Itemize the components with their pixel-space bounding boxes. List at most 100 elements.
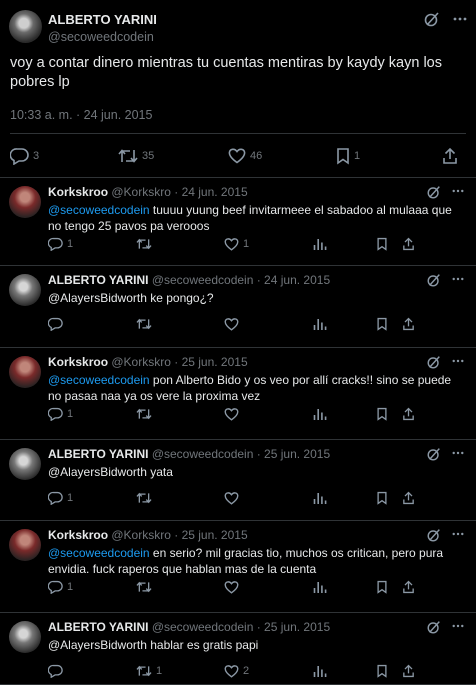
retweet-button[interactable] (136, 580, 156, 594)
reply-button[interactable]: 3 (10, 147, 39, 165)
share-button[interactable] (402, 317, 415, 331)
reply-tweet[interactable]: Korkskroo @Korkskro · 25 jun. 2015 @seco… (0, 348, 476, 440)
action-bar: 1 1 (48, 237, 462, 255)
views-icon (313, 664, 327, 678)
like-button[interactable] (224, 491, 243, 505)
grok-icon[interactable] (426, 527, 442, 543)
bookmark-button[interactable] (376, 491, 388, 505)
avatar[interactable] (9, 529, 41, 561)
views-button[interactable] (313, 407, 327, 421)
share-icon (402, 237, 415, 251)
reply-tweet[interactable]: ALBERTO YARINI @secoweedcodein · 24 jun.… (0, 266, 476, 348)
share-button[interactable] (402, 580, 415, 594)
action-bar: 1 (48, 407, 462, 425)
share-button[interactable] (402, 237, 415, 251)
author-name[interactable]: ALBERTO YARINI (48, 620, 148, 634)
mention-link[interactable]: @secoweedcodein (48, 373, 150, 387)
action-bar: 1 (48, 580, 462, 598)
reply-icon (48, 317, 63, 331)
reply-tweet[interactable]: ALBERTO YARINI @secoweedcodein · 25 jun.… (0, 440, 476, 521)
views-button[interactable] (313, 491, 327, 505)
share-button[interactable] (402, 664, 415, 678)
more-icon[interactable] (451, 447, 465, 459)
reply-button[interactable]: 1 (48, 237, 73, 251)
like-button[interactable] (224, 580, 243, 594)
views-button[interactable] (313, 580, 327, 594)
grok-icon[interactable] (426, 446, 442, 462)
reply-button[interactable]: 1 (48, 580, 73, 594)
more-icon[interactable] (451, 273, 465, 285)
like-icon (224, 407, 239, 421)
author-meta: @secoweedcodein · 25 jun. 2015 (151, 620, 331, 634)
author-name[interactable]: Korkskroo (48, 185, 108, 199)
views-icon (313, 317, 327, 331)
bookmark-button[interactable] (376, 317, 388, 331)
bookmark-button[interactable] (376, 237, 388, 251)
reply-header: Korkskroo @Korkskro · 25 jun. 2015 (48, 355, 248, 369)
retweet-button[interactable] (136, 491, 156, 505)
author-meta: @Korkskro · 25 jun. 2015 (111, 355, 248, 369)
share-button[interactable] (442, 147, 458, 165)
retweet-icon (136, 407, 152, 421)
share-button[interactable] (402, 407, 415, 421)
reply-button[interactable]: 1 (48, 491, 73, 505)
more-icon[interactable] (452, 12, 468, 26)
bookmark-button[interactable] (376, 664, 388, 678)
retweet-button[interactable]: 1 (136, 664, 162, 678)
grok-icon[interactable] (426, 272, 442, 288)
bookmark-button[interactable] (376, 580, 388, 594)
reply-button[interactable] (48, 664, 67, 678)
avatar[interactable] (9, 448, 41, 480)
author-meta: @Korkskro · 25 jun. 2015 (111, 528, 248, 542)
more-icon[interactable] (451, 528, 465, 540)
more-icon[interactable] (451, 185, 465, 197)
views-button[interactable] (313, 237, 327, 251)
tweet-timestamp[interactable]: 10:33 a. m. · 24 jun. 2015 (10, 108, 152, 122)
author-handle[interactable]: @secoweedcodein (48, 30, 154, 44)
reply-tweet[interactable]: Korkskroo @Korkskro · 25 jun. 2015 @seco… (0, 521, 476, 613)
share-icon (402, 664, 415, 678)
author-name[interactable]: ALBERTO YARINI (48, 12, 157, 27)
reply-button[interactable] (48, 317, 67, 331)
like-button[interactable]: 46 (228, 147, 262, 164)
retweet-button[interactable] (136, 317, 156, 331)
bookmark-icon (376, 491, 388, 505)
avatar[interactable] (9, 621, 41, 653)
avatar[interactable] (9, 186, 41, 218)
retweet-button[interactable] (136, 237, 156, 251)
avatar[interactable] (9, 356, 41, 388)
grok-icon[interactable] (426, 184, 442, 200)
retweet-button[interactable] (136, 407, 156, 421)
mention-link[interactable]: @secoweedcodein (48, 203, 150, 217)
like-button[interactable]: 1 (224, 237, 249, 251)
views-button[interactable] (313, 317, 327, 331)
like-button[interactable] (224, 407, 243, 421)
tweet-text: voy a contar dinero mientras tu cuentas … (10, 55, 442, 90)
author-name[interactable]: ALBERTO YARINI (48, 273, 148, 287)
retweet-icon (136, 491, 152, 505)
mention-link[interactable]: @secoweedcodein (48, 546, 150, 560)
reply-button[interactable]: 1 (48, 407, 73, 421)
author-name[interactable]: Korkskroo (48, 528, 108, 542)
avatar[interactable] (9, 10, 42, 43)
reply-body: @AlayersBidworth yata (48, 465, 173, 479)
share-button[interactable] (402, 491, 415, 505)
grok-icon[interactable] (426, 619, 442, 635)
like-button[interactable] (224, 317, 243, 331)
author-name[interactable]: ALBERTO YARINI (48, 447, 148, 461)
reply-tweet[interactable]: ALBERTO YARINI @secoweedcodein · 25 jun.… (0, 613, 476, 685)
like-button[interactable]: 2 (224, 664, 249, 678)
reply-count: 1 (67, 408, 74, 420)
more-icon[interactable] (451, 355, 465, 367)
reply-tweet[interactable]: Korkskroo @Korkskro · 24 jun. 2015 @seco… (0, 178, 476, 266)
bookmark-icon (337, 148, 349, 165)
grok-icon[interactable] (426, 354, 442, 370)
grok-icon[interactable] (423, 10, 441, 28)
avatar[interactable] (9, 274, 41, 306)
views-button[interactable] (313, 664, 327, 678)
author-name[interactable]: Korkskroo (48, 355, 108, 369)
retweet-button[interactable]: 35 (118, 147, 154, 165)
more-icon[interactable] (451, 620, 465, 632)
bookmark-button[interactable] (376, 407, 388, 421)
bookmark-button[interactable]: 1 (336, 147, 360, 165)
